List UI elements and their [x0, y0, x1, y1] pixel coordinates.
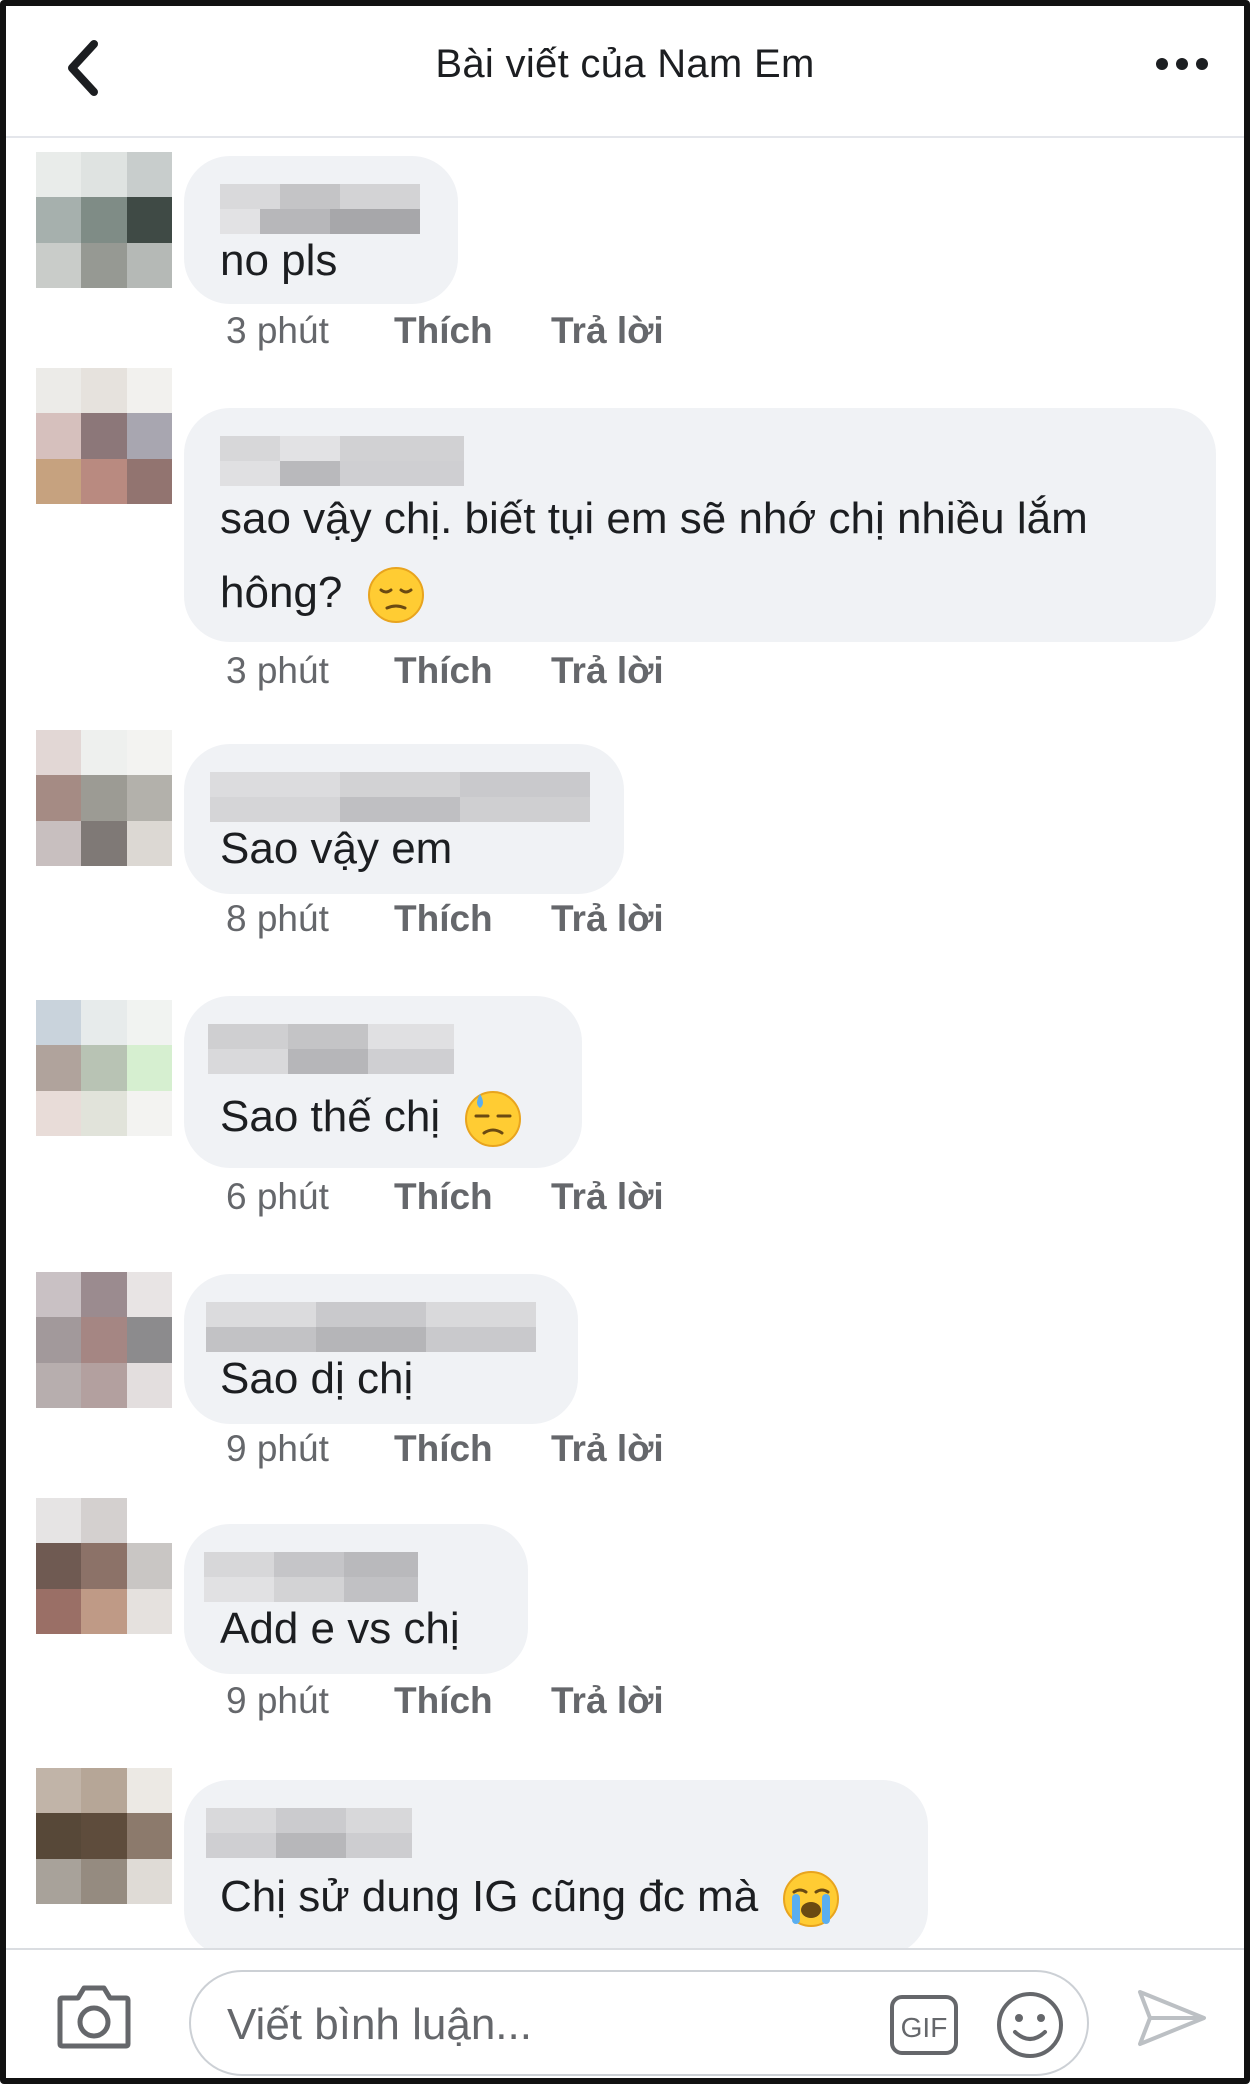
comment-text: Chị sử dung IG cũng đc mà — [220, 1860, 892, 1934]
author-name-blurred — [206, 1808, 412, 1858]
avatar[interactable] — [36, 1498, 172, 1634]
camera-button[interactable] — [56, 1980, 132, 2054]
comment-input[interactable] — [225, 1994, 849, 2056]
more-dot — [1156, 58, 1168, 70]
emoji-button[interactable] — [995, 1990, 1065, 2060]
comment-bubble[interactable]: sao vậy chị. biết tụi em sẽ nhớ chị nhiề… — [184, 408, 1216, 642]
gif-label: GIF — [901, 2012, 948, 2043]
comment-time: 3 phút — [226, 650, 329, 691]
avatar[interactable] — [36, 1768, 172, 1904]
camera-icon — [57, 1985, 131, 2049]
comment-text: no pls — [220, 236, 338, 285]
avatar[interactable] — [36, 730, 172, 866]
downcast-face-with-sweat-icon — [465, 1091, 522, 1148]
reply-button[interactable]: Trả lời — [551, 1176, 664, 1218]
like-button[interactable]: Thích — [394, 1428, 493, 1470]
author-name-blurred — [206, 1302, 536, 1352]
author-name-blurred — [204, 1552, 418, 1602]
author-name-blurred — [210, 772, 590, 822]
more-dot — [1176, 58, 1188, 70]
comment-text-content: sao vậy chị. biết tụi em sẽ nhớ chị nhiề… — [220, 494, 1088, 617]
comment-text: Sao vậy em — [220, 824, 453, 873]
reply-button[interactable]: Trả lời — [551, 1680, 664, 1722]
comment-text: Add e vs chị — [220, 1604, 460, 1653]
comment-input-container: GIF — [189, 1970, 1089, 2076]
comment-text: sao vậy chị. biết tụi em sẽ nhớ chị nhiề… — [220, 482, 1180, 630]
like-button[interactable]: Thích — [394, 310, 493, 352]
top-bar: Bài viết của Nam Em — [6, 6, 1244, 138]
comment-time: 9 phút — [226, 1680, 329, 1721]
comment-time: 6 phút — [226, 1176, 329, 1217]
more-options-button[interactable] — [1156, 58, 1212, 76]
comment-time: 3 phút — [226, 310, 329, 351]
reply-button[interactable]: Trả lời — [551, 310, 664, 352]
author-name-blurred — [208, 1024, 454, 1074]
comment-time: 9 phút — [226, 1428, 329, 1469]
like-button[interactable]: Thích — [394, 898, 493, 940]
comment-bubble[interactable]: Add e vs chị — [184, 1524, 528, 1674]
avatar[interactable] — [36, 1000, 172, 1136]
loudly-crying-face-icon — [783, 1871, 840, 1928]
like-button[interactable]: Thích — [394, 1176, 493, 1218]
reply-button[interactable]: Trả lời — [551, 650, 664, 692]
avatar[interactable] — [36, 152, 172, 288]
gif-icon: GIF — [890, 1995, 958, 2055]
page-title: Bài viết của Nam Em — [435, 42, 815, 86]
comment-composer: GIF — [6, 1948, 1244, 2078]
avatar[interactable] — [36, 1272, 172, 1408]
send-icon — [1138, 1990, 1206, 2046]
more-dot — [1196, 58, 1208, 70]
comment-time: 8 phút — [226, 898, 329, 939]
app-frame: Bài viết của Nam Em no pls 3 phút Thích … — [0, 0, 1250, 2084]
reply-button[interactable]: Trả lời — [551, 1428, 664, 1470]
like-button[interactable]: Thích — [394, 1680, 493, 1722]
like-button[interactable]: Thích — [394, 650, 493, 692]
comment-text-content: Chị sử dung IG cũng đc mà — [220, 1872, 759, 1921]
avatar[interactable] — [36, 368, 172, 504]
comment-text: Sao thế chị — [220, 1080, 546, 1154]
pensive-face-icon — [367, 567, 424, 624]
comment-bubble[interactable]: Chị sử dung IG cũng đc mà — [184, 1780, 928, 1956]
smiley-icon — [997, 1992, 1063, 2058]
send-button[interactable] — [1136, 1986, 1208, 2050]
comment-text: Sao dị chị — [220, 1354, 414, 1403]
reply-button[interactable]: Trả lời — [551, 898, 664, 940]
gif-button[interactable]: GIF — [889, 1994, 959, 2056]
author-name-blurred — [220, 184, 420, 234]
comment-bubble[interactable]: no pls — [184, 156, 458, 304]
comment-bubble[interactable]: Sao thế chị — [184, 996, 582, 1168]
author-name-blurred — [220, 436, 464, 486]
comment-bubble[interactable]: Sao dị chị — [184, 1274, 578, 1424]
comment-bubble[interactable]: Sao vậy em — [184, 744, 624, 894]
comment-text-content: Sao thế chị — [220, 1092, 441, 1141]
